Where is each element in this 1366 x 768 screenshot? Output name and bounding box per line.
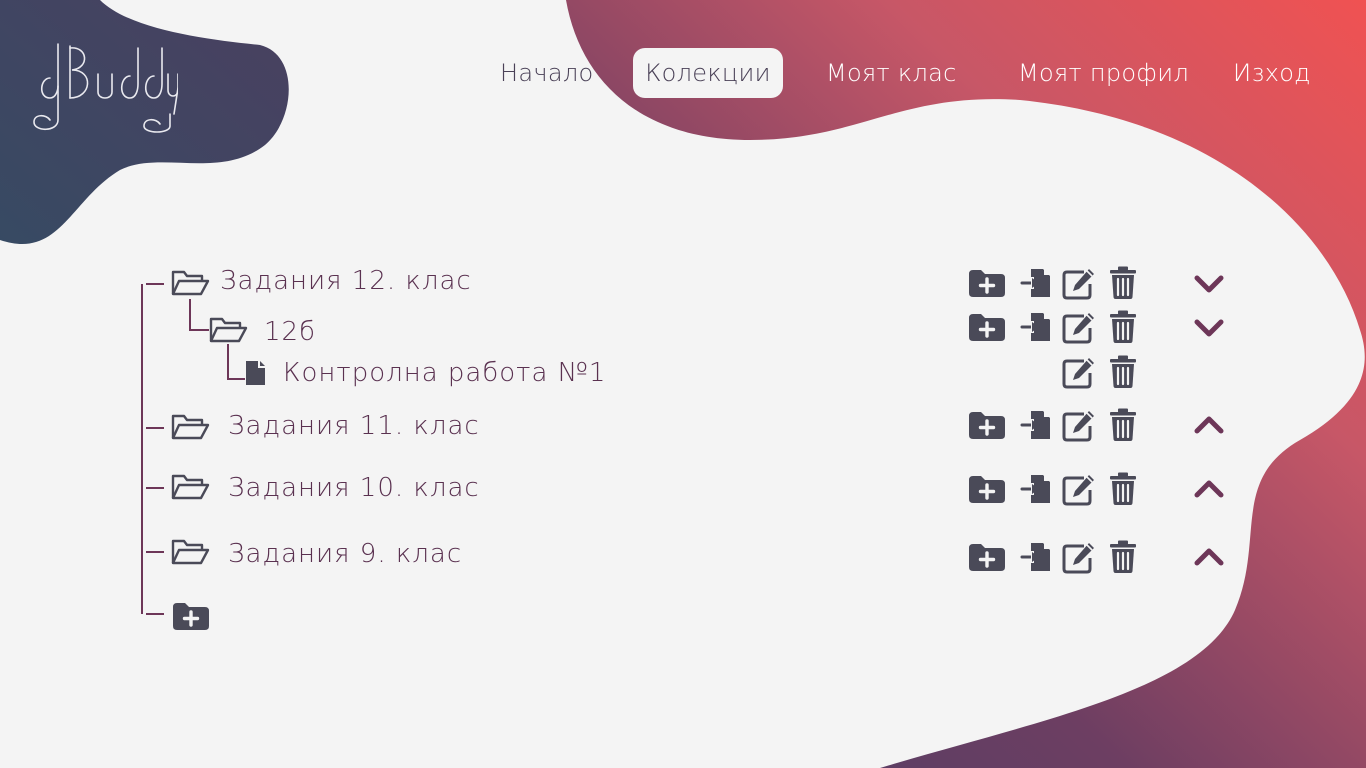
nav-my-class[interactable]: Моят клас bbox=[826, 48, 957, 98]
file-import-icon-button[interactable] bbox=[1020, 541, 1052, 574]
folder-open-icon[interactable] bbox=[208, 315, 248, 345]
folder-open-icon[interactable] bbox=[170, 268, 210, 298]
tree-item-label[interactable]: Контролна работа №1 bbox=[283, 358, 606, 388]
nav-my-profile[interactable]: Моят профил bbox=[1018, 48, 1189, 98]
folder-open-icon[interactable] bbox=[170, 412, 210, 442]
tree-branch-line bbox=[227, 344, 229, 380]
trash-icon-button[interactable] bbox=[1108, 408, 1138, 443]
folder-plus-icon-button[interactable] bbox=[968, 268, 1006, 299]
tree-branch-line bbox=[227, 378, 245, 380]
edit-icon-button[interactable] bbox=[1062, 541, 1096, 575]
expand-chevron-up-icon[interactable] bbox=[1193, 409, 1225, 441]
collapse-chevron-down-icon[interactable] bbox=[1193, 312, 1225, 344]
tree-trunk-line bbox=[141, 284, 143, 614]
folder-open-icon[interactable] bbox=[170, 472, 210, 502]
tree-branch-line bbox=[146, 487, 164, 489]
trash-icon-button[interactable] bbox=[1108, 355, 1138, 390]
nav-home[interactable]: Начало bbox=[500, 48, 593, 98]
expand-chevron-up-icon[interactable] bbox=[1193, 541, 1225, 573]
nav-logout[interactable]: Изход bbox=[1233, 48, 1311, 98]
tree-item-label[interactable]: Задания 9. клас bbox=[228, 539, 462, 569]
add-root-folder-button[interactable] bbox=[171, 601, 211, 631]
tree-item-label[interactable]: Задания 11. клас bbox=[228, 411, 480, 441]
tree-branch-line bbox=[146, 427, 164, 429]
tree-item-label[interactable]: 12б bbox=[264, 317, 316, 347]
folder-plus-icon-button[interactable] bbox=[968, 312, 1006, 343]
folder-plus-icon-button[interactable] bbox=[968, 474, 1006, 505]
collapse-chevron-down-icon[interactable] bbox=[1193, 268, 1225, 300]
file-import-icon-button[interactable] bbox=[1020, 311, 1052, 344]
edit-icon-button[interactable] bbox=[1062, 311, 1096, 345]
edit-icon-button[interactable] bbox=[1062, 473, 1096, 507]
file-import-icon-button[interactable] bbox=[1020, 267, 1052, 300]
trash-icon-button[interactable] bbox=[1108, 310, 1138, 345]
tree-branch-line bbox=[189, 329, 209, 331]
folder-plus-icon-button[interactable] bbox=[968, 410, 1006, 441]
collections-tree: Задания 12. клас 12б Контролна работа №1… bbox=[0, 0, 1366, 768]
expand-chevron-up-icon[interactable] bbox=[1193, 473, 1225, 505]
trash-icon-button[interactable] bbox=[1108, 472, 1138, 507]
file-import-icon-button[interactable] bbox=[1020, 473, 1052, 506]
tree-branch-line bbox=[146, 551, 164, 553]
tree-branch-line bbox=[189, 299, 191, 331]
nav-collections[interactable]: Колекции bbox=[633, 48, 783, 98]
edit-icon-button[interactable] bbox=[1062, 356, 1096, 390]
edit-icon-button[interactable] bbox=[1062, 267, 1096, 301]
tree-branch-line bbox=[146, 283, 164, 285]
tree-item-label[interactable]: Задания 10. клас bbox=[228, 473, 480, 503]
trash-icon-button[interactable] bbox=[1108, 540, 1138, 575]
folder-open-icon[interactable] bbox=[170, 537, 210, 567]
file-icon[interactable] bbox=[245, 360, 267, 386]
tree-branch-line bbox=[146, 613, 164, 615]
edit-icon-button[interactable] bbox=[1062, 409, 1096, 443]
tree-item-label[interactable]: Задания 12. клас bbox=[220, 266, 472, 296]
file-import-icon-button[interactable] bbox=[1020, 409, 1052, 442]
folder-plus-icon-button[interactable] bbox=[968, 542, 1006, 573]
trash-icon-button[interactable] bbox=[1108, 266, 1138, 301]
